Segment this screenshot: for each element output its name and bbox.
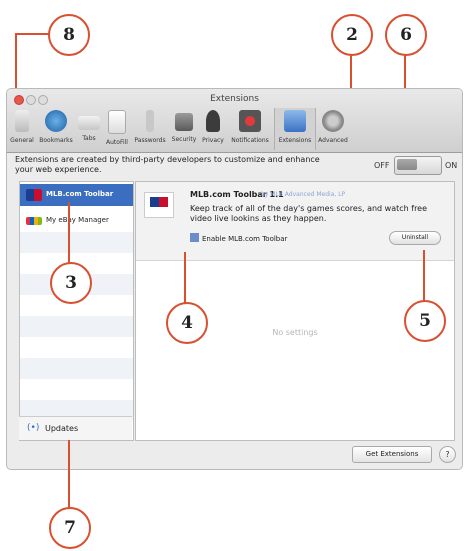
- callout-6: 6: [385, 14, 427, 56]
- passwords-icon: [146, 110, 154, 132]
- tab-tabs[interactable]: Tabs: [77, 108, 101, 150]
- list-item-label: MLB.com Toolbar: [46, 190, 114, 198]
- tab-advanced[interactable]: Advanced: [315, 108, 351, 150]
- tab-autofill-label: AutoFill: [106, 139, 128, 146]
- checkbox-checked-icon: [190, 233, 199, 242]
- extensions-icon: [284, 110, 306, 132]
- window-title: Extensions: [210, 94, 259, 104]
- list-stripe: [20, 232, 133, 253]
- tab-extensions[interactable]: Extensions: [274, 108, 316, 150]
- callout-4-line: [184, 252, 186, 304]
- tab-tabs-label: Tabs: [82, 135, 96, 142]
- tab-bookmarks[interactable]: Bookmarks: [36, 108, 76, 150]
- help-button[interactable]: ?: [439, 446, 456, 463]
- mlb-extension-logo-icon: [144, 192, 174, 218]
- list-item-ebay-manager[interactable]: My eBay Manager: [20, 210, 133, 232]
- advanced-icon: [322, 110, 344, 132]
- tab-security[interactable]: Security: [169, 108, 199, 150]
- tab-passwords[interactable]: Passwords: [132, 108, 168, 150]
- tab-privacy[interactable]: Privacy: [200, 108, 226, 150]
- mlb-logo-icon: [26, 189, 42, 201]
- preferences-toolbar: General Bookmarks Tabs AutoFill Password…: [7, 106, 462, 151]
- ebay-logo-icon: [26, 217, 42, 225]
- mlb-logo-mark: [150, 197, 168, 207]
- callout-8-line-v: [15, 33, 17, 91]
- extensions-list: MLB.com Toolbar My eBay Manager: [19, 181, 134, 441]
- toggle-on-label: ON: [445, 161, 458, 170]
- enable-extension-label: Enable MLB.com Toolbar: [202, 235, 288, 243]
- updates-icon: (•): [27, 423, 40, 433]
- enable-extension-checkbox[interactable]: Enable MLB.com Toolbar: [190, 233, 287, 243]
- privacy-icon: [206, 110, 220, 132]
- tab-notifications[interactable]: Notifications: [227, 108, 273, 150]
- list-item-mlb-toolbar[interactable]: MLB.com Toolbar: [20, 184, 133, 206]
- callout-2: 2: [331, 14, 373, 56]
- list-stripe: [20, 316, 133, 337]
- toggle-knob: [397, 159, 417, 170]
- tab-bookmarks-label: Bookmarks: [39, 137, 73, 144]
- updates-label: Updates: [45, 424, 79, 433]
- updates-button[interactable]: (•) Updates: [19, 416, 132, 440]
- tab-general-label: General: [10, 137, 34, 144]
- security-icon: [175, 113, 193, 131]
- callout-8: 8: [48, 14, 90, 56]
- extensions-description: Extensions are created by third-party de…: [15, 155, 320, 174]
- extension-description: Keep track of all of the day's games sco…: [190, 204, 428, 223]
- callout-7: 7: [49, 507, 91, 549]
- extension-header: MLB.com Toolbar 1.1 by MLB Advanced Medi…: [136, 182, 454, 261]
- callout-3: 3: [50, 262, 92, 304]
- tab-notifications-label: Notifications: [231, 137, 269, 144]
- autofill-icon: [108, 110, 126, 134]
- callout-7-line: [68, 440, 70, 514]
- tab-security-label: Security: [171, 136, 197, 143]
- list-item-label: My eBay Manager: [46, 216, 109, 224]
- callout-3-line: [68, 202, 70, 264]
- extension-author-link[interactable]: by MLB Advanced Media, LP: [261, 191, 345, 198]
- tab-autofill[interactable]: AutoFill: [103, 108, 131, 150]
- callout-4: 4: [166, 302, 208, 344]
- bookmarks-icon: [45, 110, 67, 132]
- tabs-icon: [78, 116, 100, 130]
- general-icon: [15, 110, 29, 132]
- toggle-off-label: OFF: [374, 161, 390, 170]
- title-bar: Extensions General Bookmarks Tabs AutoFi…: [7, 89, 462, 153]
- tab-advanced-label: Advanced: [318, 137, 348, 144]
- callout-5-line: [423, 250, 425, 302]
- uninstall-button[interactable]: Uninstall: [389, 231, 441, 245]
- tab-privacy-label: Privacy: [202, 137, 224, 144]
- callout-8-line-h: [15, 33, 49, 35]
- extensions-toggle[interactable]: [394, 156, 442, 175]
- callout-5: 5: [404, 300, 446, 342]
- get-extensions-button[interactable]: Get Extensions: [352, 446, 432, 463]
- tab-passwords-label: Passwords: [134, 137, 166, 144]
- tab-extensions-label: Extensions: [278, 137, 312, 144]
- tab-general[interactable]: General: [9, 108, 35, 150]
- notifications-icon: [239, 110, 261, 132]
- list-stripe: [20, 358, 133, 379]
